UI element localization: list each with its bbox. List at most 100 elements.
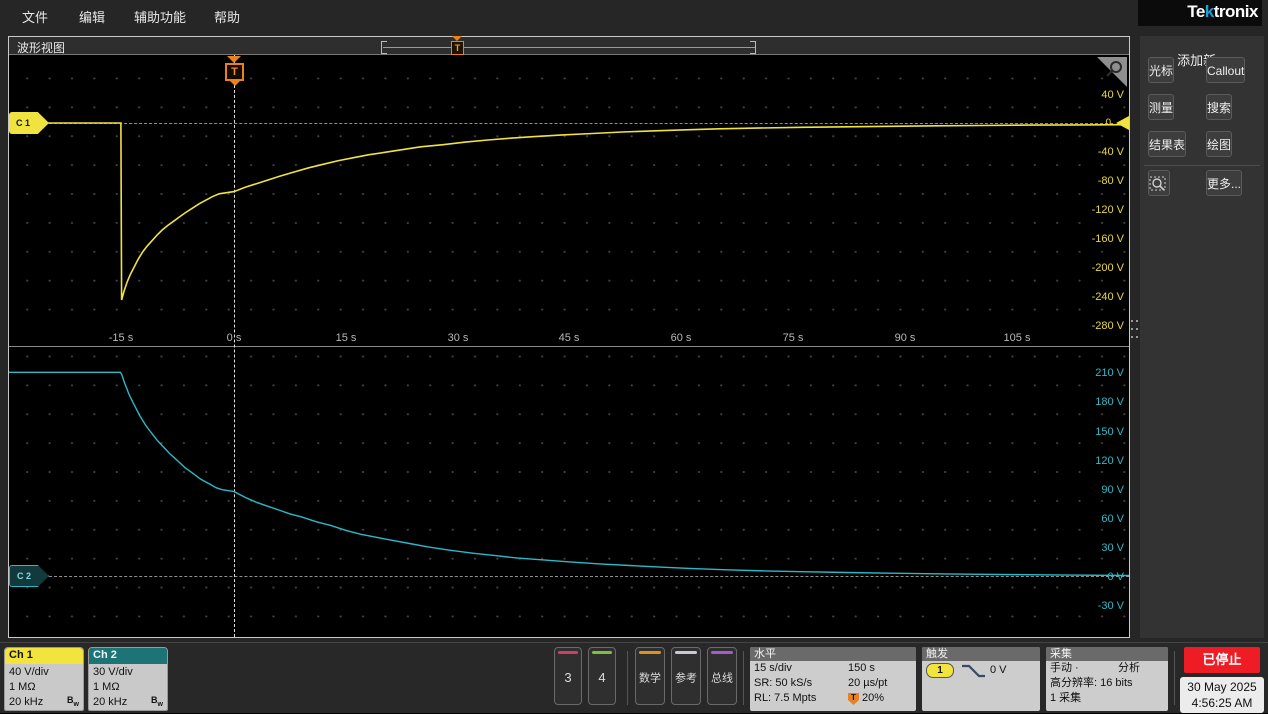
ch1-tick: -80 V	[1098, 175, 1124, 187]
sample-rate: SR: 50 kS/s	[754, 677, 812, 689]
ch1-scale: 40 V/div	[9, 665, 83, 680]
acquisition-detail: 高分辨率: 16 bits	[1046, 676, 1168, 691]
ch3-button-label: 3	[555, 670, 581, 685]
menu-edit[interactable]: 编辑	[79, 7, 105, 26]
x-tick: 75 s	[783, 332, 804, 344]
bottombar-divider	[1174, 651, 1175, 705]
ch1-handle-label: C 1	[16, 118, 30, 128]
acquisition-badge[interactable]: 采集 手动 ·分析 高分辨率: 16 bits 1 采集	[1046, 647, 1168, 711]
x-tick: 60 s	[671, 332, 692, 344]
minimap-trigger-marker[interactable]: T	[451, 41, 464, 55]
ch2-badge[interactable]: Ch 2 30 V/div 1 MΩ 20 kHz Bw	[88, 647, 168, 711]
trigger-position-percent: 20%	[862, 691, 884, 706]
ch4-button-label: 4	[589, 670, 615, 685]
x-tick: -15 s	[109, 332, 133, 344]
trigger-title: 触发	[922, 647, 1040, 661]
x-tick: 0 s	[227, 332, 242, 344]
minimap-left-bracket-icon[interactable]	[381, 41, 387, 54]
ch2-tick: 60 V	[1101, 513, 1124, 525]
add-plot-button[interactable]: 绘图	[1206, 131, 1232, 157]
add-cursor-button[interactable]: 光标	[1148, 57, 1174, 83]
waveform-view-titlebar[interactable]: 波形视图 T	[9, 37, 1129, 55]
ch3-button[interactable]: 3	[554, 647, 582, 705]
trigger-badge[interactable]: 触发 1 0 V	[922, 647, 1040, 711]
math-button-label: 数学	[636, 670, 664, 686]
math-color-stripe	[639, 651, 661, 654]
ch2-tick: 180 V	[1095, 396, 1124, 408]
ch1-tick: 40 V	[1101, 89, 1124, 101]
ch2-tick: 150 V	[1095, 426, 1124, 438]
trigger-position-icon: T	[848, 693, 859, 705]
horizontal-window: 150 s	[848, 661, 875, 676]
horizontal-title: 水平	[750, 647, 916, 661]
ch1-badge-header: Ch 1	[5, 648, 83, 664]
ref-button-label: 参考	[672, 670, 700, 686]
ch2-tick: 30 V	[1101, 542, 1124, 554]
acquisition-mode: 手动 ·	[1050, 662, 1079, 674]
logo-k-accent: k	[1205, 2, 1214, 21]
trigger-source-badge: 1	[926, 663, 954, 678]
ch1-tick: -240 V	[1092, 291, 1124, 303]
ch3-color-stripe	[558, 651, 578, 654]
run-stop-button[interactable]: 已停止	[1184, 647, 1260, 673]
ch2-tick: 120 V	[1095, 455, 1124, 467]
zoom-corner-button[interactable]	[1097, 57, 1127, 87]
add-search-button[interactable]: 搜索	[1206, 94, 1232, 120]
ref-button[interactable]: 参考	[671, 647, 701, 705]
x-tick: 45 s	[559, 332, 580, 344]
waveform-svg	[9, 55, 1129, 637]
results-bar: 添加新... 光标 Callout 测量 搜索 结果表 绘图 更多...	[1140, 36, 1264, 638]
ch2-badge-body: 30 V/div 1 MΩ 20 kHz Bw	[89, 664, 167, 711]
menu-utility[interactable]: 辅助功能	[134, 7, 186, 26]
settings-bar: Ch 1 40 V/div 1 MΩ 20 kHz Bw Ch 2 30 V/d…	[0, 642, 1268, 714]
minimap-track[interactable]	[383, 47, 755, 48]
add-results-table-button[interactable]: 结果表	[1148, 131, 1186, 157]
ch2-waveform	[9, 372, 1129, 575]
acquisition-analyze: 分析	[1118, 661, 1140, 676]
waveform-view-title: 波形视图	[17, 39, 65, 56]
ch1-tick: -280 V	[1092, 320, 1124, 332]
horizontal-scale: 15 s/div	[754, 662, 792, 674]
trigger-marker[interactable]: T	[225, 63, 244, 81]
minimap-right-bracket-icon[interactable]	[750, 41, 756, 54]
acquisition-count: 1 采集	[1046, 691, 1168, 706]
plot-area: T 40 V -40 V -80 V -120 V -160 V -200 V …	[9, 55, 1129, 637]
ch1-tick: -120 V	[1092, 204, 1124, 216]
tektronix-logo: Tektronix	[1138, 0, 1262, 26]
ch1-badge[interactable]: Ch 1 40 V/div 1 MΩ 20 kHz Bw	[4, 647, 84, 711]
add-measure-button[interactable]: 测量	[1148, 94, 1174, 120]
ch2-tick: 210 V	[1095, 367, 1124, 379]
bus-button[interactable]: 总线	[707, 647, 737, 705]
trigger-level: 0 V	[990, 663, 1007, 678]
zoom-region-icon	[1149, 175, 1169, 193]
add-callout-button[interactable]: Callout	[1206, 57, 1245, 83]
ch4-color-stripe	[592, 651, 612, 654]
ch2-tick: 0 V	[1107, 571, 1124, 583]
zoom-region-button[interactable]	[1148, 170, 1170, 196]
ch1-level-arrow-icon[interactable]	[1116, 116, 1129, 130]
oscilloscope-screen: 文件 编辑 辅助功能 帮助 Tektronix 波形视图 T	[0, 0, 1268, 714]
sample-resolution: 20 µs/pt	[848, 676, 887, 691]
ch1-waveform	[9, 123, 1129, 300]
ch1-bw-limit-icon: Bw	[67, 693, 79, 711]
ch1-zero-label: 0	[1105, 118, 1111, 129]
ch1-tick: -160 V	[1092, 233, 1124, 245]
trigger-arrow-icon	[227, 56, 241, 63]
horizontal-badge[interactable]: 水平 15 s/div150 s SR: 50 kS/s20 µs/pt RL:…	[750, 647, 916, 711]
ch2-badge-header: Ch 2	[89, 648, 167, 664]
waveform-view-window: 波形视图 T	[8, 36, 1130, 638]
x-tick: 105 s	[1004, 332, 1031, 344]
date-text: 30 May 2025	[1180, 679, 1264, 695]
math-button[interactable]: 数学	[635, 647, 665, 705]
ch2-scale: 30 V/div	[93, 665, 167, 680]
bus-button-label: 总线	[708, 670, 736, 686]
ch1-tick: -200 V	[1092, 262, 1124, 274]
more-button[interactable]: 更多...	[1206, 170, 1242, 196]
panel-splitter-handle[interactable]	[1131, 320, 1140, 344]
ch2-tick: 90 V	[1101, 484, 1124, 496]
menu-file[interactable]: 文件	[22, 7, 48, 26]
ch4-button[interactable]: 4	[588, 647, 616, 705]
menu-help[interactable]: 帮助	[214, 7, 240, 26]
ch1-tick: -40 V	[1098, 146, 1124, 158]
ch1-badge-body: 40 V/div 1 MΩ 20 kHz Bw	[5, 664, 83, 711]
